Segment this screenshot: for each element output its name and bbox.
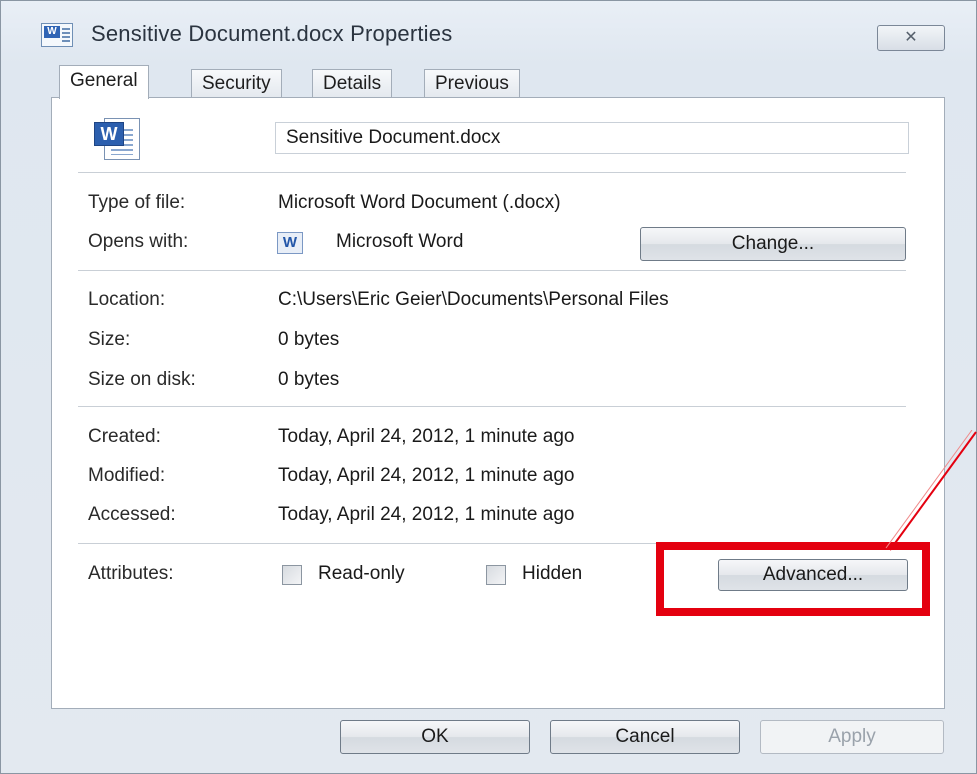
cancel-button[interactable]: Cancel bbox=[550, 720, 740, 754]
attributes-label: Attributes: bbox=[88, 563, 174, 584]
accessed-value: Today, April 24, 2012, 1 minute ago bbox=[278, 504, 575, 525]
location-label: Location: bbox=[88, 289, 166, 310]
size-on-disk-label: Size on disk: bbox=[88, 369, 196, 390]
modified-label: Modified: bbox=[88, 465, 166, 486]
word-app-icon: W bbox=[277, 232, 303, 254]
tab-details[interactable]: Details bbox=[312, 69, 393, 98]
filename-field[interactable]: Sensitive Document.docx bbox=[275, 122, 909, 154]
title-bar: W Sensitive Document.docx Properties ✕ bbox=[1, 1, 976, 59]
hidden-checkbox[interactable] bbox=[486, 565, 506, 585]
word-document-icon: W bbox=[90, 116, 142, 160]
size-label: Size: bbox=[88, 329, 131, 350]
tab-previous-versions[interactable]: Previous Versions bbox=[424, 69, 520, 122]
tab-security[interactable]: Security bbox=[191, 69, 282, 98]
hidden-label[interactable]: Hidden bbox=[522, 563, 582, 585]
general-panel bbox=[51, 97, 945, 709]
word-document-icon: W bbox=[41, 23, 73, 47]
type-of-file-label: Type of file: bbox=[88, 192, 186, 213]
window-title: Sensitive Document.docx Properties bbox=[91, 21, 453, 46]
close-button[interactable]: ✕ bbox=[877, 25, 945, 51]
opens-with-value: Microsoft Word bbox=[336, 231, 464, 252]
read-only-checkbox[interactable] bbox=[282, 565, 302, 585]
size-value: 0 bytes bbox=[278, 329, 340, 350]
modified-value: Today, April 24, 2012, 1 minute ago bbox=[278, 465, 575, 486]
divider bbox=[78, 270, 906, 271]
created-value: Today, April 24, 2012, 1 minute ago bbox=[278, 426, 575, 447]
read-only-label[interactable]: Read-only bbox=[318, 563, 405, 585]
divider bbox=[78, 172, 906, 173]
ok-button[interactable]: OK bbox=[340, 720, 530, 754]
opens-with-label: Opens with: bbox=[88, 231, 189, 252]
accessed-label: Accessed: bbox=[88, 504, 176, 525]
change-button[interactable]: Change... bbox=[640, 227, 906, 261]
divider bbox=[78, 406, 906, 407]
apply-button[interactable]: Apply bbox=[760, 720, 944, 754]
annotation-arrow bbox=[885, 430, 977, 551]
created-label: Created: bbox=[88, 426, 161, 447]
type-of-file-value: Microsoft Word Document (.docx) bbox=[278, 192, 561, 213]
location-value: C:\Users\Eric Geier\Documents\Personal F… bbox=[278, 289, 669, 310]
tab-general[interactable]: General bbox=[59, 65, 149, 99]
size-on-disk-value: 0 bytes bbox=[278, 369, 340, 390]
